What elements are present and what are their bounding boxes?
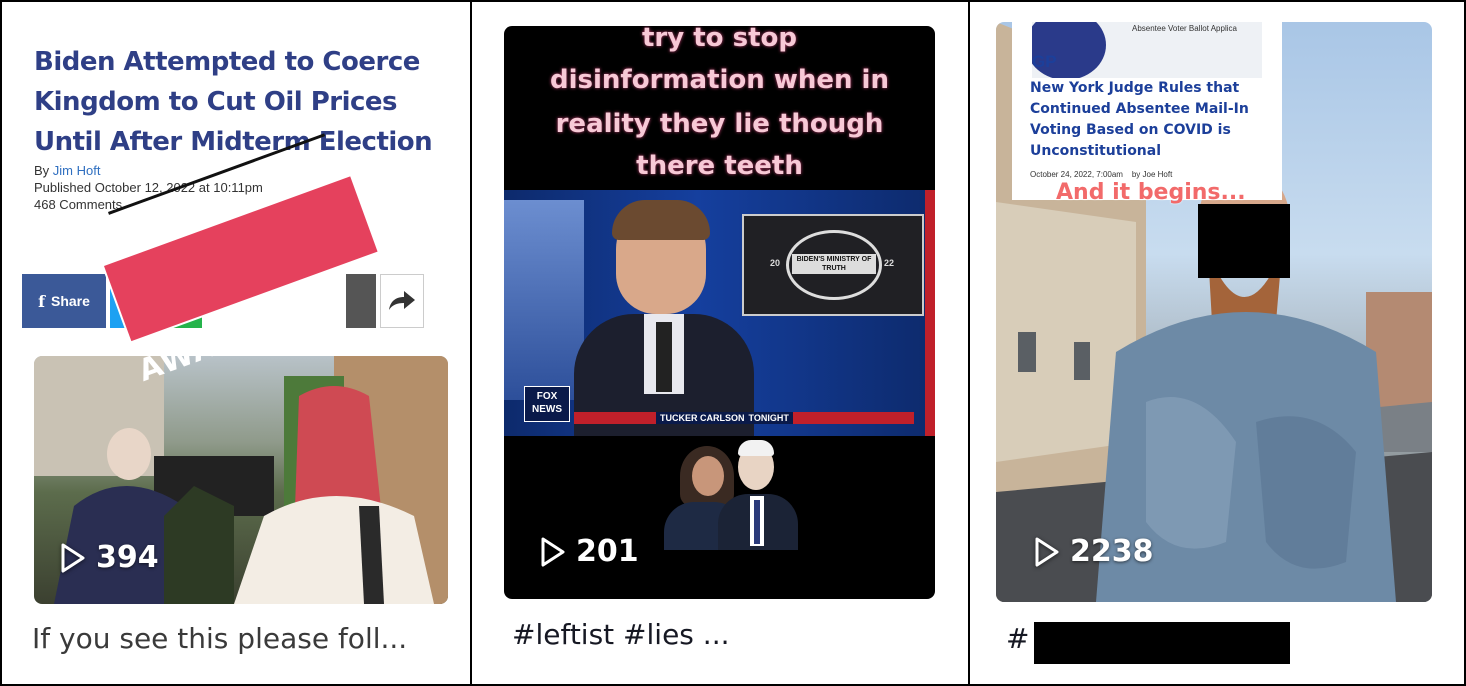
play-count-value: 201 <box>576 534 639 569</box>
play-count-value: 2238 <box>1070 534 1154 569</box>
video-thumbnail-1[interactable]: 394 <box>34 356 448 604</box>
ministry-graphic: 20 22 BIDEN'S MINISTRY OF TRUTH <box>742 214 924 316</box>
face-redaction <box>1198 204 1290 278</box>
video-caption-1[interactable]: If you see this please foll... <box>32 622 407 655</box>
facebook-share-button: f Share <box>22 274 106 328</box>
author-link: Jim Hoft <box>52 163 101 178</box>
play-icon <box>61 543 85 572</box>
play-count-value: 394 <box>96 540 159 575</box>
graphic-text: BIDEN'S MINISTRY OF TRUTH <box>792 254 876 274</box>
play-count-3: 2238 <box>1034 534 1154 569</box>
play-count-2: 201 <box>540 534 639 569</box>
news-date: October 24, 2022, 7:00am <box>1030 170 1123 179</box>
overlay-line-4: there teeth <box>636 151 803 181</box>
overlay-line-1: try to stop <box>642 26 797 53</box>
video-caption-3[interactable]: # <box>1006 622 1029 655</box>
ballot-header: Absentee Voter Ballot Applica <box>1132 24 1237 33</box>
tv-broadcast-frame: 20 22 BIDEN'S MINISTRY OF TRUTH FOX NEWS… <box>504 190 935 436</box>
lower-third-tag: TONIGHT <box>748 413 789 423</box>
graphic-year-right: 22 <box>884 258 895 268</box>
article-headline: Biden Attempted to Coerce Kingdom to Cut… <box>34 47 433 157</box>
published-date: Published October 12, 2022 at 10:11pm <box>34 180 263 195</box>
by-label: By <box>34 163 50 178</box>
lower-third-bar: TUCKER CARLSON TONIGHT <box>574 412 914 424</box>
site-logo: GP <box>1032 52 1057 71</box>
caption-redaction <box>1034 622 1290 664</box>
red-stripe <box>925 190 935 436</box>
overlay-line-3: reality they lie though <box>555 109 884 139</box>
share-arrow-icon <box>389 291 415 310</box>
play-count-1: 394 <box>60 540 159 575</box>
share-label: Share <box>50 293 90 309</box>
video-thumbnail-2[interactable]: try to stop disinformation when in reali… <box>504 26 935 599</box>
lower-third-name: TUCKER CARLSON <box>660 413 745 423</box>
illustrated-figures <box>654 440 804 550</box>
play-icon <box>1035 537 1059 566</box>
capitol-backdrop <box>504 200 584 400</box>
news-author: by Joe Hoft <box>1131 170 1173 179</box>
fox-news-logo: FOX NEWS <box>524 386 570 422</box>
overlay-line-2: disinformation when in <box>550 65 889 95</box>
host-figure <box>574 200 754 436</box>
overlay-text: And it begins... <box>1056 180 1246 205</box>
ballot-image: Absentee Voter Ballot Applica <box>1032 22 1262 78</box>
facebook-icon: f <box>38 291 45 311</box>
play-icon <box>541 537 565 566</box>
forward-share-button <box>380 274 424 328</box>
news-meta: October 24, 2022, 7:00am by Joe Hoft <box>1030 170 1172 179</box>
video-caption-2[interactable]: #leftist #lies ... <box>512 618 730 651</box>
graphic-year-left: 20 <box>770 258 781 268</box>
news-headline: New York Judge Rules that Continued Abse… <box>1030 80 1249 159</box>
